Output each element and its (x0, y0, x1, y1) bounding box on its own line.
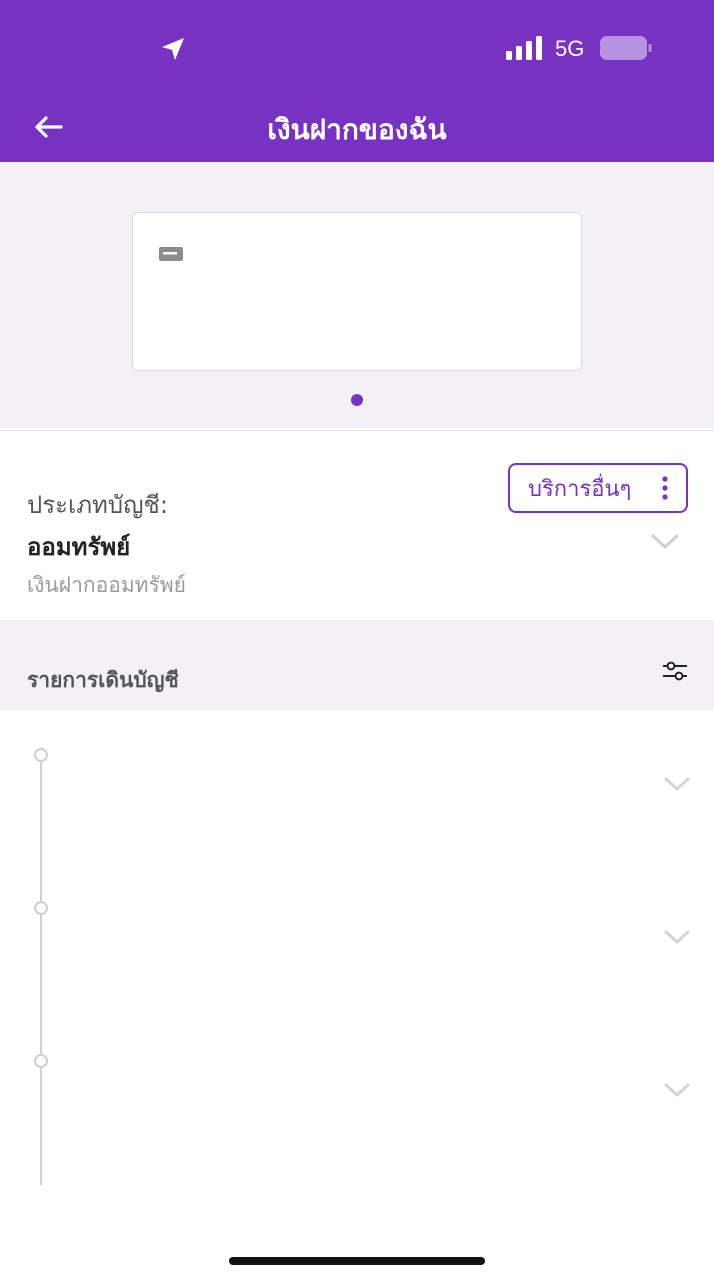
account-type-value: ออมทรัพย์ (27, 533, 131, 561)
battery-icon (600, 36, 652, 60)
account-card[interactable] (132, 212, 582, 371)
transactions-title: รายการเดินบัญชี (27, 668, 179, 692)
status-bar: 5G (0, 0, 714, 96)
account-type-subtitle: เงินฝากออมทรัพย์ (27, 573, 186, 597)
filter-sliders-icon[interactable] (661, 660, 689, 682)
account-type-label: ประเภทบัญชี: (27, 491, 168, 519)
timeline-dot (34, 1054, 48, 1068)
chevron-down-icon[interactable] (663, 1082, 691, 1100)
kebab-menu-icon (662, 476, 668, 500)
location-arrow-icon (162, 38, 184, 60)
home-indicator[interactable] (229, 1257, 485, 1265)
bank-card-icon (159, 247, 183, 261)
more-services-button[interactable]: บริการอื่นๆ (508, 463, 688, 513)
chevron-down-icon[interactable] (663, 929, 691, 947)
network-type: 5G (555, 36, 585, 61)
timeline-line (40, 755, 42, 1185)
transactions-header: รายการเดินบัญชี (0, 620, 714, 710)
chevron-down-icon[interactable] (663, 776, 691, 794)
page-title: เงินฝากของฉัน (267, 113, 447, 146)
more-services-label: บริการอื่นๆ (528, 476, 632, 502)
card-carousel (0, 162, 714, 428)
signal-bars-icon (506, 36, 542, 60)
app-header: 5G เงินฝากของฉัน (0, 0, 714, 162)
transactions-timeline (0, 710, 714, 1200)
account-info: ประเภทบัญชี: ออมทรัพย์ เงินฝากออมทรัพย์ … (0, 430, 714, 620)
carousel-page-indicator (351, 394, 363, 406)
timeline-dot (34, 901, 48, 915)
timeline-dot (34, 748, 48, 762)
chevron-down-icon[interactable] (650, 533, 680, 551)
